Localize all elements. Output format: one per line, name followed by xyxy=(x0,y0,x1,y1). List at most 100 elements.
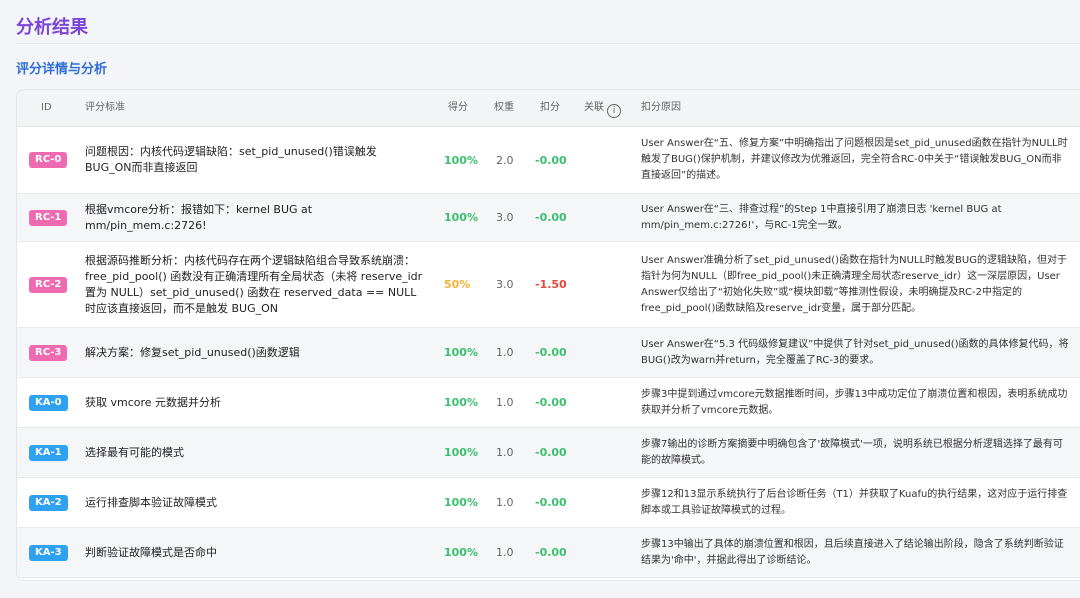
weight-cell: 1.0 xyxy=(496,328,514,377)
weight-value: 3.0 xyxy=(496,211,514,224)
score-value: 100% xyxy=(444,446,478,459)
deduct-cell: -1.50 xyxy=(535,242,567,327)
page-title: 分析结果 xyxy=(16,17,88,38)
criterion-text: 运行排查脚本验证故障模式 xyxy=(85,495,217,509)
deduct-cell: -0.00 xyxy=(535,528,567,577)
criterion-cell: 运行排查脚本验证故障模式 xyxy=(85,478,423,527)
deduct-value: -0.00 xyxy=(535,153,567,167)
score-value: 100% xyxy=(444,211,478,224)
info-circle-icon[interactable]: i xyxy=(607,104,621,118)
deduct-cell: -0.00 xyxy=(535,127,567,193)
score-value: 50% xyxy=(444,278,471,291)
criterion-cell: 选择最有可能的模式 xyxy=(85,428,423,477)
reason-cell: 步骤7输出的诊断方案摘要中明确包含了'故障模式'一项，说明系统已根据分析逻辑选择… xyxy=(641,428,1071,477)
id-cell: KA-1 xyxy=(29,428,68,477)
score-value: 100% xyxy=(444,153,478,167)
id-badge: KA-0 xyxy=(29,394,68,411)
reason-text: 步骤3中提到通过vmcore元数据推断时间，步骤13中成功定位了崩溃位置和根因，… xyxy=(641,388,1068,416)
reason-cell: 步骤13中输出了具体的崩溃位置和根因，且后续直接进入了结论输出阶段，隐含了系统判… xyxy=(641,528,1071,577)
table-row: KA-3 判断验证故障模式是否命中 100% 1.0 -0.00 步骤13中输出了具体的崩… xyxy=(17,528,1080,578)
table-row: KA-2 运行排查脚本验证故障模式 100% 1.0 -0.00 步骤12和13显示系统执… xyxy=(17,478,1080,528)
table-row: RC-0 问题根因：内核代码逻辑缺陷：set_pid_unused()错误触发BU… xyxy=(17,127,1080,194)
weight-value: 3.0 xyxy=(496,278,514,291)
deduct-cell: -0.00 xyxy=(535,378,567,427)
score-cell: 100% xyxy=(444,194,478,241)
deduct-value: -0.00 xyxy=(535,211,567,224)
header-criterion: 评分标准 xyxy=(85,102,125,113)
id-cell: KA-3 xyxy=(29,528,68,577)
score-value: 100% xyxy=(444,496,478,509)
table-row: RC-3 解决方案：修复set_pid_unused()函数逻辑 100% 1.0 -0… xyxy=(17,328,1080,378)
criterion-text: 问题根因：内核代码逻辑缺陷：set_pid_unused()错误触发BUG_ON… xyxy=(85,145,377,174)
weight-cell: 1.0 xyxy=(496,528,514,577)
analysis-result-page: 分析结果 评分详情与分析 ID 评分标准 得分 权重 扣分 关联 i 扣分原因 R… xyxy=(0,0,1080,598)
reason-cell: 步骤12和13显示系统执行了后台诊断任务（T1）并获取了Kuafu的执行结果，这… xyxy=(641,478,1071,527)
reason-cell: User Answer在“5.3 代码级修复建议”中提供了针对set_pid_u… xyxy=(641,328,1071,377)
score-cell: 100% xyxy=(444,378,478,427)
reason-text: 步骤7输出的诊断方案摘要中明确包含了'故障模式'一项，说明系统已根据分析逻辑选择… xyxy=(641,438,1063,466)
criterion-cell: 解决方案：修复set_pid_unused()函数逻辑 xyxy=(85,328,423,377)
id-badge: RC-0 xyxy=(29,152,68,168)
weight-value: 1.0 xyxy=(496,496,514,509)
criterion-text: 解决方案：修复set_pid_unused()函数逻辑 xyxy=(85,345,300,359)
header-reason: 扣分原因 xyxy=(641,102,681,113)
weight-cell: 1.0 xyxy=(496,378,514,427)
score-cell: 50% xyxy=(444,242,470,327)
header-related: 关联 i xyxy=(584,90,621,126)
reason-cell: User Answer在“五、修复方案”中明确指出了问题根因是set_pid_u… xyxy=(641,127,1071,193)
reason-cell: 步骤3中提到通过vmcore元数据推断时间，步骤13中成功定位了崩溃位置和根因，… xyxy=(641,378,1071,427)
id-cell: RC-1 xyxy=(29,194,68,241)
id-cell: KA-2 xyxy=(29,478,68,527)
weight-cell: 1.0 xyxy=(496,478,514,527)
score-value: 100% xyxy=(444,396,478,409)
deduct-cell: -0.00 xyxy=(535,328,567,377)
criterion-text: 根据源码推断分析：内核代码存在两个逻辑缺陷组合导致系统崩溃：free_pid_p… xyxy=(85,253,423,315)
criterion-text: 判断验证故障模式是否命中 xyxy=(85,545,217,559)
deduct-value: -0.00 xyxy=(535,346,567,359)
id-badge: RC-2 xyxy=(29,276,68,293)
criterion-cell: 判断验证故障模式是否命中 xyxy=(85,528,423,577)
weight-cell: 3.0 xyxy=(496,194,514,241)
table-body: RC-0 问题根因：内核代码逻辑缺陷：set_pid_unused()错误触发BU… xyxy=(17,127,1080,578)
criterion-cell: 根据vmcore分析：报错如下：kernel BUG at mm/pin_mem… xyxy=(85,194,423,241)
deduct-value: -1.50 xyxy=(535,278,567,291)
criterion-text: 根据vmcore分析：报错如下：kernel BUG at mm/pin_mem… xyxy=(85,202,313,232)
reason-text: User Answer在“五、修复方案”中明确指出了问题根因是set_pid_u… xyxy=(641,138,1068,181)
score-value: 100% xyxy=(444,346,478,359)
id-cell: RC-2 xyxy=(29,242,68,327)
weight-cell: 2.0 xyxy=(496,127,514,193)
criterion-text: 获取 vmcore 元数据并分析 xyxy=(85,395,222,409)
score-cell: 100% xyxy=(444,428,478,477)
table-row: RC-2 根据源码推断分析：内核代码存在两个逻辑缺陷组合导致系统崩溃：free_p… xyxy=(17,242,1080,328)
id-cell: RC-0 xyxy=(29,127,68,193)
deduct-value: -0.00 xyxy=(535,496,567,509)
id-badge: RC-3 xyxy=(29,344,68,361)
score-table: ID 评分标准 得分 权重 扣分 关联 i 扣分原因 RC-0 问题根因：内核代码逻… xyxy=(16,89,1080,581)
table-header: ID 评分标准 得分 权重 扣分 关联 i 扣分原因 xyxy=(17,90,1080,127)
id-badge: KA-2 xyxy=(29,494,68,511)
criterion-cell: 根据源码推断分析：内核代码存在两个逻辑缺陷组合导致系统崩溃：free_pid_p… xyxy=(85,242,423,327)
section-title: 评分详情与分析 xyxy=(16,62,108,77)
header-related-label: 关联 xyxy=(584,102,604,113)
score-cell: 100% xyxy=(444,127,478,193)
score-value: 100% xyxy=(444,546,478,559)
score-cell: 100% xyxy=(444,478,478,527)
id-badge: KA-1 xyxy=(29,444,68,461)
reason-text: 步骤13中输出了具体的崩溃位置和根因，且后续直接进入了结论输出阶段，隐含了系统判… xyxy=(641,538,1064,566)
reason-text: User Answer准确分析了set_pid_unused()函数在指针为NU… xyxy=(641,254,1067,314)
weight-value: 1.0 xyxy=(496,346,514,359)
weight-value: 2.0 xyxy=(496,153,514,167)
header-score: 得分 xyxy=(448,102,468,113)
reason-cell: User Answer准确分析了set_pid_unused()函数在指针为NU… xyxy=(641,242,1071,327)
header-deduct: 扣分 xyxy=(540,102,560,113)
score-cell: 100% xyxy=(444,328,478,377)
criterion-cell: 获取 vmcore 元数据并分析 xyxy=(85,378,423,427)
reason-text: User Answer在“5.3 代码级修复建议”中提供了针对set_pid_u… xyxy=(641,338,1069,366)
deduct-value: -0.00 xyxy=(535,546,567,559)
header-id: ID xyxy=(41,102,52,113)
title-divider xyxy=(16,43,1080,44)
deduct-value: -0.00 xyxy=(535,446,567,459)
criterion-cell: 问题根因：内核代码逻辑缺陷：set_pid_unused()错误触发BUG_ON… xyxy=(85,127,423,193)
id-cell: RC-3 xyxy=(29,328,68,377)
reason-cell: User Answer在“三、排查过程”的Step 1中直接引用了崩溃日志 'k… xyxy=(641,194,1071,241)
